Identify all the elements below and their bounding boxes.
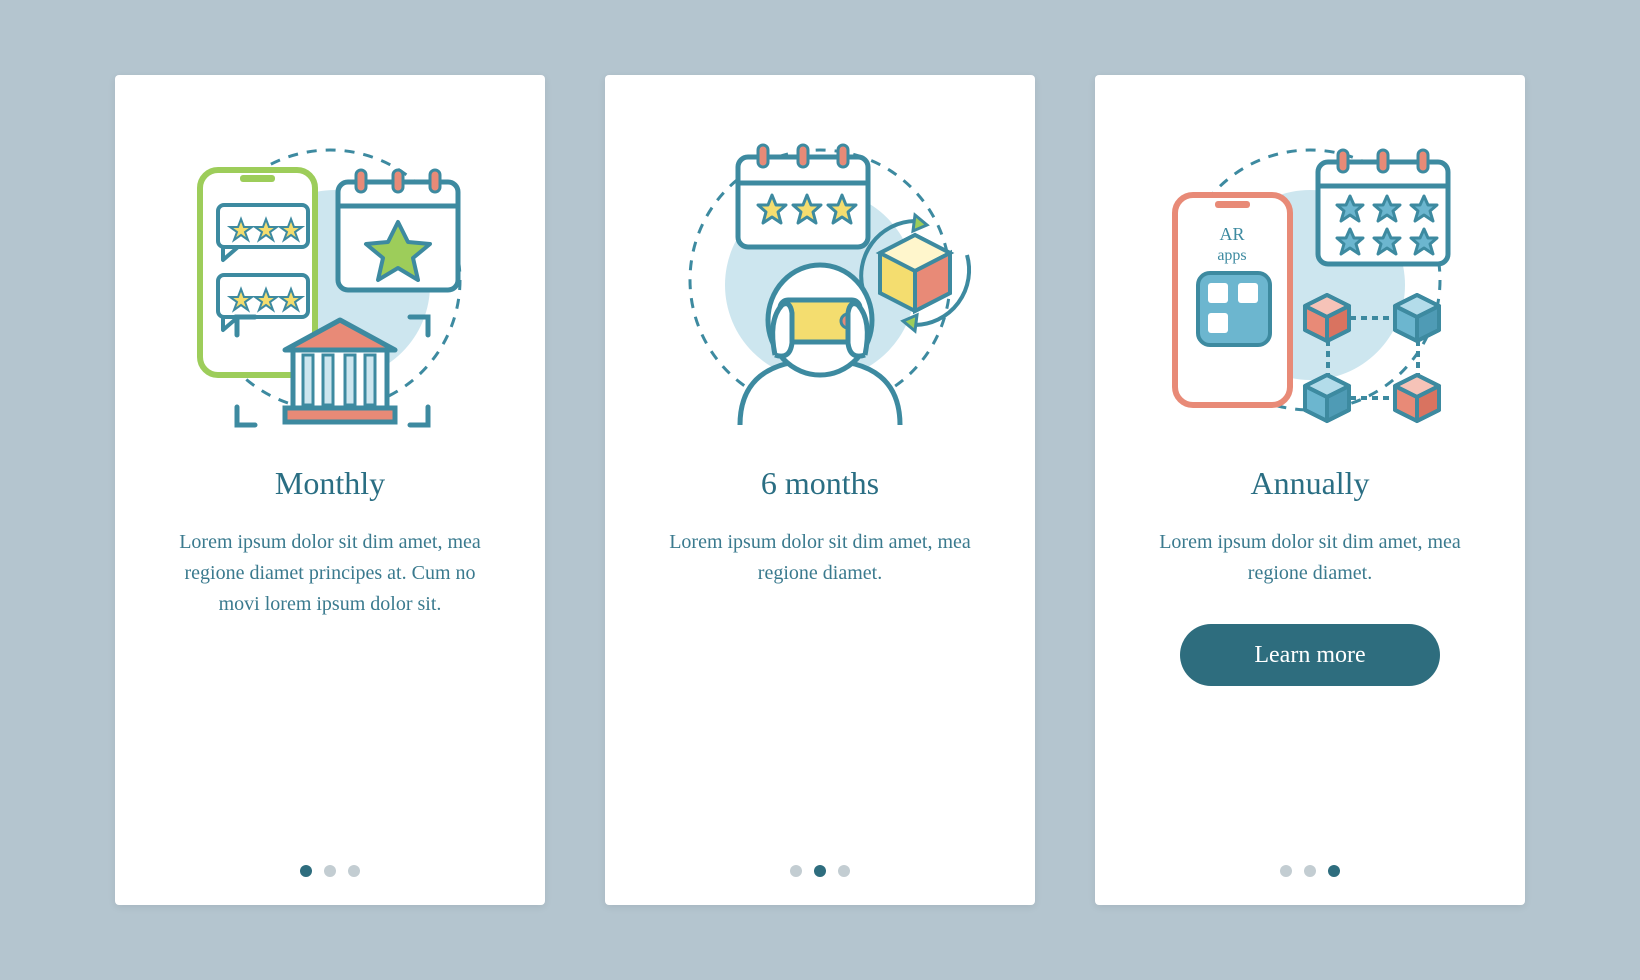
pager-dot[interactable] [300, 865, 312, 877]
pager-dot[interactable] [1328, 865, 1340, 877]
pager-dot[interactable] [1280, 865, 1292, 877]
ar-label-line2: apps [1217, 247, 1246, 264]
onboarding-card-6months: 6 months Lorem ipsum dolor sit dim amet,… [605, 75, 1035, 905]
onboarding-card-monthly: Monthly Lorem ipsum dolor sit dim amet, … [115, 75, 545, 905]
card-body: Lorem ipsum dolor sit dim amet, mea regi… [660, 527, 980, 589]
pager-dots [790, 865, 850, 877]
pager-dot[interactable] [814, 865, 826, 877]
pager-dots [1280, 865, 1340, 877]
card-body: Lorem ipsum dolor sit dim amet, mea regi… [1150, 527, 1470, 589]
illustration-monthly [170, 115, 490, 435]
pager-dots [300, 865, 360, 877]
pager-dot[interactable] [790, 865, 802, 877]
illustration-annually: AR apps [1150, 115, 1470, 435]
ar-label-line1: AR [1219, 224, 1244, 244]
pager-dot[interactable] [348, 865, 360, 877]
pager-dot[interactable] [838, 865, 850, 877]
illustration-6months [660, 115, 980, 435]
card-title: 6 months [761, 465, 879, 502]
learn-more-button[interactable]: Learn more [1180, 624, 1440, 686]
card-body: Lorem ipsum dolor sit dim amet, mea regi… [170, 527, 490, 620]
card-title: Monthly [275, 465, 385, 502]
pager-dot[interactable] [1304, 865, 1316, 877]
onboarding-card-annually: AR apps [1095, 75, 1525, 905]
card-title: Annually [1250, 465, 1369, 502]
pager-dot[interactable] [324, 865, 336, 877]
